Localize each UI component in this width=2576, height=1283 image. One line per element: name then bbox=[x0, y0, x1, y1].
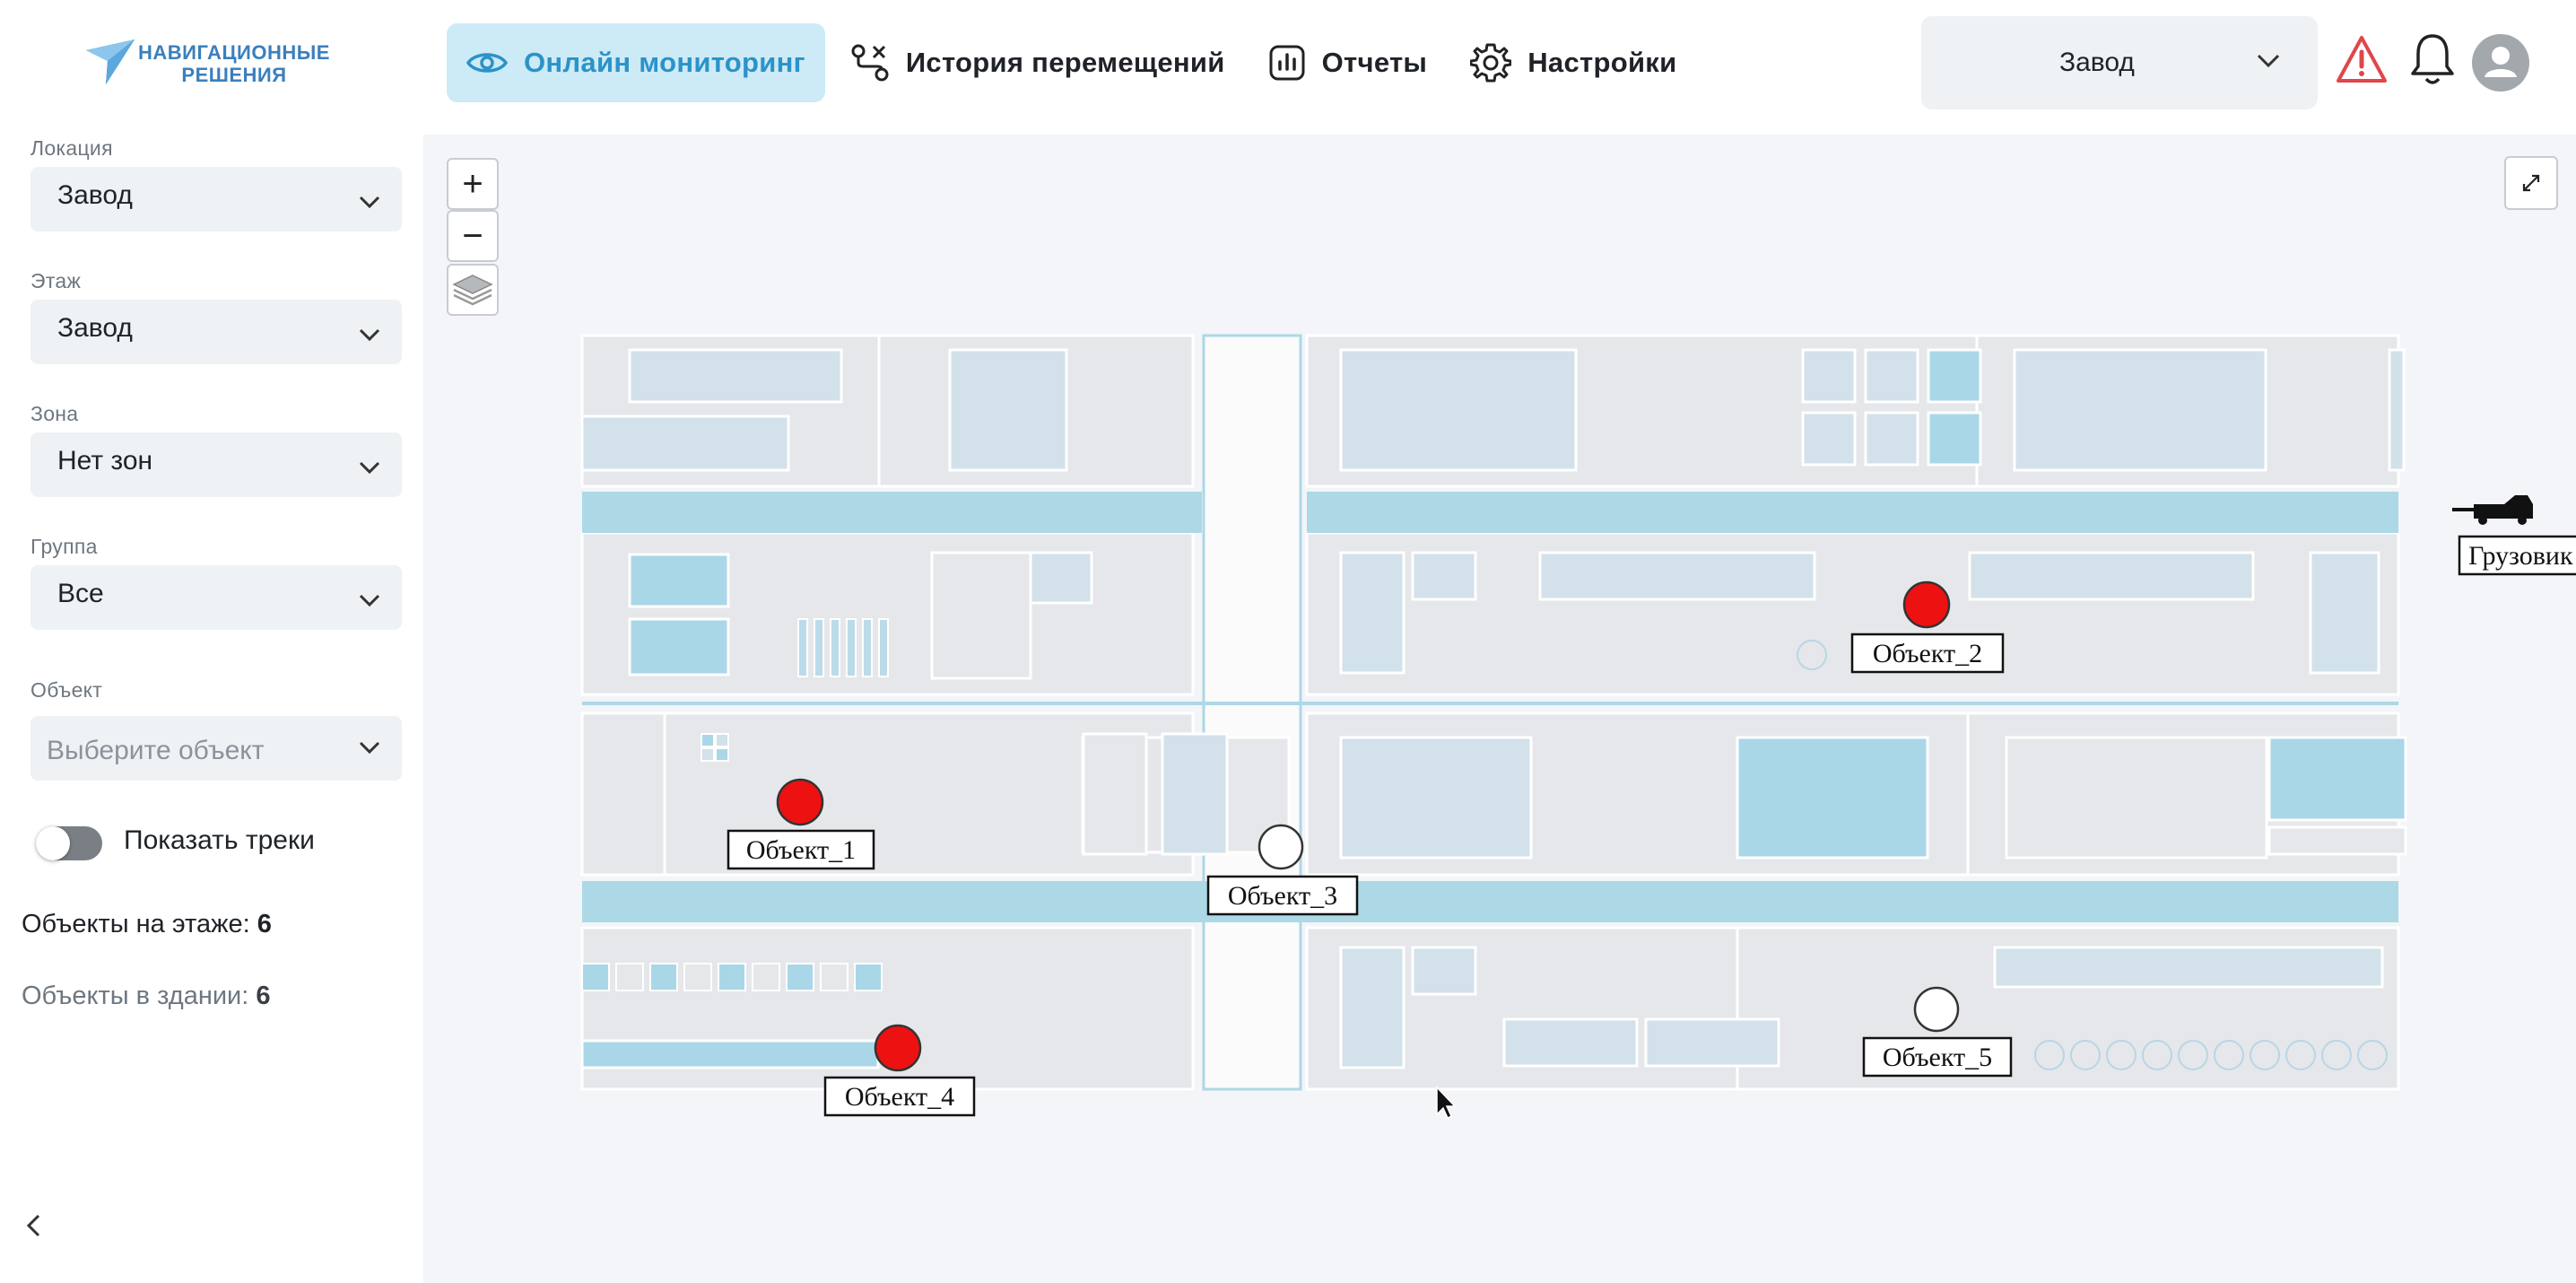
chart-icon bbox=[1269, 45, 1305, 81]
central-street bbox=[1202, 334, 1302, 1091]
alert-icon[interactable] bbox=[2336, 34, 2388, 89]
marker-dot bbox=[874, 1024, 922, 1072]
marker-label: Объект_2 bbox=[1873, 639, 1982, 668]
objects-on-floor-count: 6 bbox=[257, 910, 272, 938]
group-field-value: Все bbox=[57, 579, 104, 608]
zoom-out-button[interactable]: − bbox=[447, 210, 499, 262]
group-field[interactable]: Все bbox=[30, 565, 402, 630]
chevron-down-icon bbox=[359, 461, 380, 474]
marker-dot bbox=[1902, 580, 1951, 629]
toggle-knob bbox=[36, 826, 70, 860]
nav-movement-history[interactable]: История перемещений bbox=[832, 23, 1243, 102]
marker-label: Объект_5 bbox=[1883, 1043, 1992, 1072]
chevron-down-icon bbox=[359, 741, 380, 754]
marker-label: Объект_4 bbox=[845, 1082, 954, 1112]
object-label: Объект bbox=[30, 678, 103, 702]
route-icon bbox=[851, 44, 889, 82]
nav-label: Настройки bbox=[1527, 47, 1677, 78]
fullscreen-button[interactable] bbox=[2504, 156, 2558, 210]
zone-field[interactable]: Нет зон bbox=[30, 432, 402, 497]
marker-label: Объект_3 bbox=[1228, 881, 1337, 911]
logo[interactable]: НАВИГАЦИОННЫЕ РЕШЕНИЯ bbox=[79, 29, 348, 92]
objects-in-building-count: 6 bbox=[256, 982, 271, 1010]
object-field[interactable]: Выберите объект bbox=[30, 716, 402, 781]
layers-icon bbox=[452, 275, 493, 306]
object-field-placeholder: Выберите объект bbox=[47, 736, 265, 765]
layers-button[interactable] bbox=[447, 264, 499, 316]
location-select-value: Завод bbox=[2059, 48, 2135, 77]
location-field[interactable]: Завод bbox=[30, 167, 402, 231]
marker-label: Объект_1 bbox=[746, 835, 856, 865]
objects-on-floor: Объекты на этаже: 6 bbox=[22, 910, 272, 939]
user-avatar-icon[interactable] bbox=[2472, 34, 2529, 96]
eye-icon bbox=[466, 53, 508, 73]
floor-label: Этаж bbox=[30, 269, 82, 292]
nav-label: История перемещений bbox=[905, 47, 1225, 78]
chevron-down-icon bbox=[2257, 54, 2280, 68]
collapse-sidebar-button[interactable] bbox=[25, 1214, 41, 1242]
bell-icon[interactable] bbox=[2409, 32, 2456, 91]
zone-field-value: Нет зон bbox=[57, 446, 153, 476]
zone-label: Зона bbox=[30, 402, 79, 425]
floor-plan: Объект_1 Объект_2 Объект_3 Объект_4 Объе bbox=[580, 334, 2576, 1120]
nav-reports[interactable]: Отчеты bbox=[1250, 23, 1446, 102]
nav-online-monitoring[interactable]: Онлайн мониторинг bbox=[447, 23, 825, 102]
chevron-down-icon bbox=[359, 196, 380, 208]
marker-truck[interactable]: Грузовик bbox=[2452, 495, 2576, 576]
marker-label: Грузовик bbox=[2468, 541, 2573, 571]
objects-in-building-label: Объекты в здании: bbox=[22, 982, 249, 1010]
zoom-out-label: − bbox=[462, 216, 483, 256]
floor-field-value: Завод bbox=[57, 313, 133, 343]
show-tracks-label: Показать треки bbox=[124, 825, 315, 855]
location-label: Локация bbox=[30, 136, 113, 160]
location-field-value: Завод bbox=[57, 180, 133, 210]
map-view[interactable]: Объект_1 Объект_2 Объект_3 Объект_4 Объе bbox=[423, 135, 2576, 1283]
floor-field[interactable]: Завод bbox=[30, 300, 402, 364]
show-tracks-toggle[interactable] bbox=[36, 826, 102, 860]
nav-label: Отчеты bbox=[1321, 47, 1428, 78]
zoom-in-label: + bbox=[462, 164, 483, 204]
zoom-in-button[interactable]: + bbox=[447, 158, 499, 210]
main-nav: Онлайн мониторинг История перемещений От… bbox=[447, 23, 1701, 102]
nav-label: Онлайн мониторинг bbox=[524, 47, 805, 78]
chevron-down-icon bbox=[359, 328, 380, 341]
location-select[interactable]: Завод bbox=[1921, 16, 2318, 109]
marker-dot bbox=[1913, 986, 1960, 1033]
mouse-cursor bbox=[1436, 1086, 1457, 1120]
expand-icon bbox=[2522, 174, 2540, 192]
objects-on-floor-label: Объекты на этаже: bbox=[22, 910, 250, 938]
nav-settings[interactable]: Настройки bbox=[1452, 23, 1694, 102]
truck-icon bbox=[2452, 495, 2533, 525]
chevron-left-icon bbox=[26, 1214, 40, 1237]
objects-in-building: Объекты в здании: 6 bbox=[22, 982, 271, 1011]
top-header: НАВИГАЦИОННЫЕ РЕШЕНИЯ Онлайн мониторинг … bbox=[0, 0, 2576, 126]
sidebar-filters: Локация Завод Этаж Завод Зона Нет зон Гр… bbox=[0, 126, 423, 1283]
logo-icon bbox=[86, 39, 135, 84]
group-label: Группа bbox=[30, 535, 98, 558]
chevron-down-icon bbox=[359, 594, 380, 607]
gear-icon bbox=[1470, 43, 1512, 83]
logo-text: НАВИГАЦИОННЫЕ РЕШЕНИЯ bbox=[138, 41, 330, 86]
marker-dot bbox=[1258, 824, 1304, 870]
marker-dot bbox=[776, 778, 824, 826]
